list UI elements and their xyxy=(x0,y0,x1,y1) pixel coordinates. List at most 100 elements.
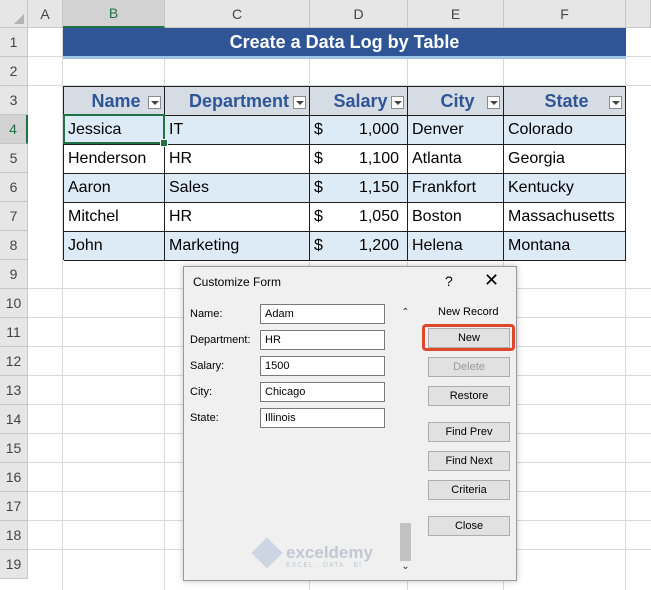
table-cell[interactable]: $ 1,000 xyxy=(310,116,408,145)
field-label-name: Name: xyxy=(190,308,223,320)
row-header-9[interactable]: 9 xyxy=(0,260,28,289)
table-header-state[interactable]: State xyxy=(504,87,626,116)
find-next-button[interactable]: Find Next xyxy=(428,451,510,471)
table-cell[interactable]: $ 1,150 xyxy=(310,174,408,203)
table-cell[interactable]: John xyxy=(64,232,165,261)
state-field[interactable]: Illinois xyxy=(260,408,385,428)
column-header-g[interactable] xyxy=(626,0,651,28)
currency-symbol: $ xyxy=(314,150,323,167)
table-cell[interactable]: Sales xyxy=(165,174,310,203)
row-header-2[interactable]: 2 xyxy=(0,57,28,86)
column-header-d[interactable]: D xyxy=(310,0,408,28)
salary-field[interactable]: 1500 xyxy=(260,356,385,376)
salary-value: 1,000 xyxy=(358,121,399,138)
criteria-button[interactable]: Criteria xyxy=(428,480,510,500)
table-cell[interactable]: IT xyxy=(165,116,310,145)
table-cell[interactable]: $ 1,100 xyxy=(310,145,408,174)
table-cell[interactable]: Boston xyxy=(408,203,504,232)
row-header-18[interactable]: 18 xyxy=(0,521,28,550)
table-cell[interactable]: Henderson xyxy=(64,145,165,174)
currency-symbol: $ xyxy=(314,179,323,196)
column-header-e[interactable]: E xyxy=(408,0,504,28)
table-cell[interactable]: Aaron xyxy=(64,174,165,203)
salary-value: 1,050 xyxy=(358,208,399,225)
column-header-f[interactable]: F xyxy=(504,0,626,28)
exceldemy-watermark: exceldemy EXCEL · DATA · BI xyxy=(251,537,373,569)
row-header-13[interactable]: 13 xyxy=(0,376,28,405)
find-prev-button[interactable]: Find Prev xyxy=(428,422,510,442)
delete-button[interactable]: Delete xyxy=(428,357,510,377)
scroll-up-icon[interactable]: ⌃ xyxy=(399,307,412,319)
row-header-15[interactable]: 15 xyxy=(0,434,28,463)
filter-dropdown-icon[interactable] xyxy=(391,96,404,109)
record-scrollbar[interactable]: ⌃ ⌄ xyxy=(399,307,412,573)
row-header-14[interactable]: 14 xyxy=(0,405,28,434)
select-all-corner[interactable] xyxy=(0,0,28,28)
filter-dropdown-icon[interactable] xyxy=(148,96,161,109)
salary-value: 1,100 xyxy=(358,150,399,167)
table-header-label: Name xyxy=(91,90,141,111)
row-header-17[interactable]: 17 xyxy=(0,492,28,521)
row-header-11[interactable]: 11 xyxy=(0,318,28,347)
table-cell[interactable]: Mitchel xyxy=(64,203,165,232)
row-header-8[interactable]: 8 xyxy=(0,231,28,260)
table-cell[interactable]: Montana xyxy=(504,232,626,261)
table-cell[interactable]: HR xyxy=(165,203,310,232)
table-cell[interactable]: Colorado xyxy=(504,116,626,145)
row-header-6[interactable]: 6 xyxy=(0,173,28,202)
table-cell[interactable]: Denver xyxy=(408,116,504,145)
table-cell[interactable]: Helena xyxy=(408,232,504,261)
watermark-text: exceldemy xyxy=(286,543,373,562)
filter-dropdown-icon[interactable] xyxy=(487,96,500,109)
table-header-label: City xyxy=(440,90,475,111)
table-header-salary[interactable]: Salary xyxy=(310,87,408,116)
department-field[interactable]: HR xyxy=(260,330,385,350)
row-header-3[interactable]: 3 xyxy=(0,86,28,115)
table-cell[interactable]: Frankfort xyxy=(408,174,504,203)
fill-handle[interactable] xyxy=(160,139,168,147)
table-cell[interactable]: Massachusetts xyxy=(504,203,626,232)
close-icon[interactable]: ✕ xyxy=(484,270,499,291)
column-header-c[interactable]: C xyxy=(165,0,310,28)
table-cell[interactable]: Marketing xyxy=(165,232,310,261)
name-field[interactable]: Adam xyxy=(260,304,385,324)
table-header-label: Department xyxy=(188,90,290,111)
table-cell[interactable]: $ 1,200 xyxy=(310,232,408,261)
currency-symbol: $ xyxy=(314,237,323,254)
field-label-state: State: xyxy=(190,412,219,424)
row-header-10[interactable]: 10 xyxy=(0,289,28,318)
row-header-1[interactable]: 1 xyxy=(0,28,28,57)
scroll-thumb[interactable] xyxy=(400,523,411,561)
row-header-5[interactable]: 5 xyxy=(0,144,28,173)
table-cell[interactable]: Kentucky xyxy=(504,174,626,203)
table-header-name[interactable]: Name xyxy=(64,87,165,116)
data-table: Name Department Salary City State Jessic… xyxy=(63,86,626,261)
salary-value: 1,200 xyxy=(358,237,399,254)
field-label-city: City: xyxy=(190,386,212,398)
currency-symbol: $ xyxy=(314,121,323,138)
active-cell-border xyxy=(63,114,165,144)
restore-button[interactable]: Restore xyxy=(428,386,510,406)
row-header-19[interactable]: 19 xyxy=(0,550,28,579)
column-header-b[interactable]: B xyxy=(63,0,165,28)
table-cell[interactable]: HR xyxy=(165,145,310,174)
row-header-12[interactable]: 12 xyxy=(0,347,28,376)
table-header-department[interactable]: Department xyxy=(165,87,310,116)
sheet-title-banner[interactable]: Create a Data Log by Table xyxy=(63,28,626,59)
table-cell[interactable]: $ 1,050 xyxy=(310,203,408,232)
filter-dropdown-icon[interactable] xyxy=(293,96,306,109)
row-header-7[interactable]: 7 xyxy=(0,202,28,231)
column-header-a[interactable]: A xyxy=(28,0,63,28)
scroll-down-icon[interactable]: ⌄ xyxy=(399,561,412,573)
record-status: New Record xyxy=(438,306,499,318)
row-header-4[interactable]: 4 xyxy=(0,115,28,144)
filter-dropdown-icon[interactable] xyxy=(609,96,622,109)
watermark-subtext: EXCEL · DATA · BI xyxy=(286,562,362,569)
close-button[interactable]: Close xyxy=(428,516,510,536)
city-field[interactable]: Chicago xyxy=(260,382,385,402)
table-header-city[interactable]: City xyxy=(408,87,504,116)
help-icon[interactable]: ? xyxy=(445,273,453,289)
row-header-16[interactable]: 16 xyxy=(0,463,28,492)
table-cell[interactable]: Atlanta xyxy=(408,145,504,174)
table-cell[interactable]: Georgia xyxy=(504,145,626,174)
